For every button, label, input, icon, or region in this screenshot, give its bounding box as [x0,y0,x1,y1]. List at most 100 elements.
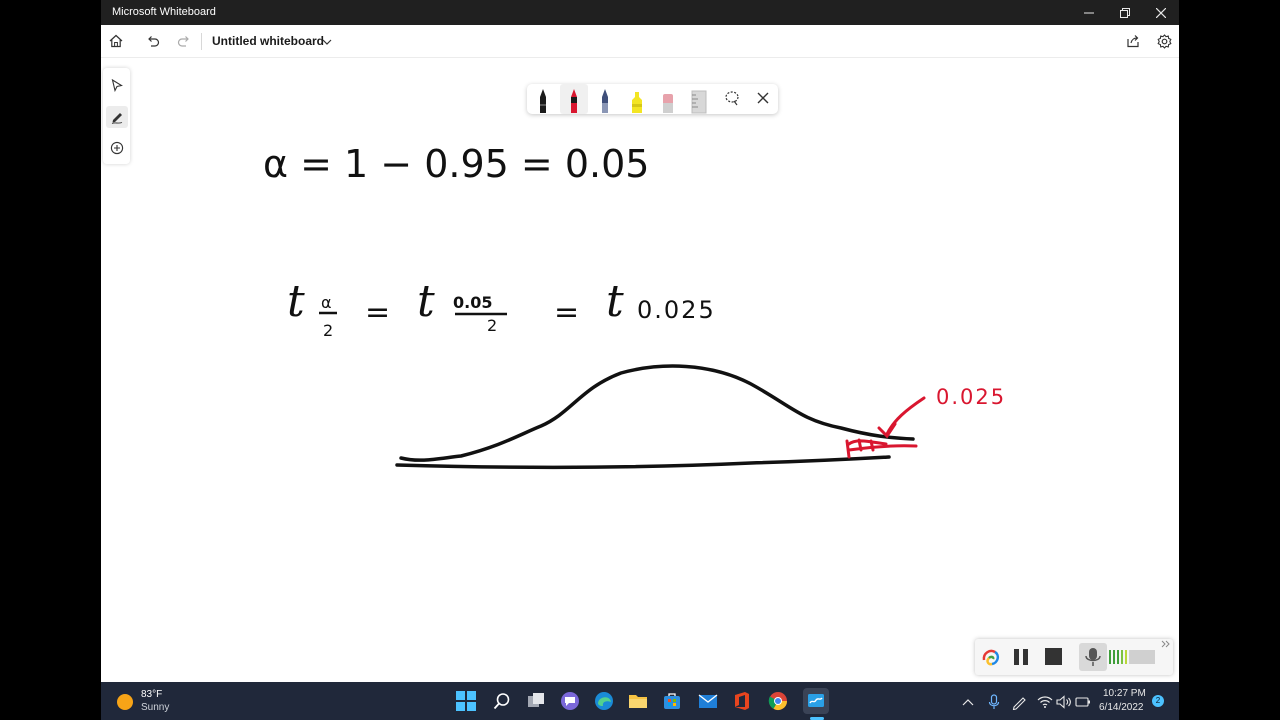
alpha-numerator: α [321,293,332,312]
wifi-icon [1037,696,1053,708]
clock-date[interactable]: 6/14/2022 [1099,702,1144,713]
chevron-down-icon [322,39,332,45]
windows-start-icon [456,691,476,711]
task-view-button[interactable] [525,690,547,712]
weather-widget[interactable] [115,692,135,717]
black-pen-tool[interactable] [529,84,557,114]
minimize-button[interactable] [1071,0,1107,25]
black-pen-icon [540,89,546,113]
weather-description: Sunny [141,702,170,713]
stop-recording-button[interactable] [1045,648,1063,671]
eraser-icon [663,94,673,113]
ruler-icon [691,90,707,114]
folder-icon [629,695,647,708]
blue-pen-tool[interactable] [591,84,619,114]
microphone-icon [1085,648,1101,666]
highlighter-tool[interactable] [623,84,651,114]
whiteboard-window: Microsoft Whiteboard Untitled whiteboard [101,0,1179,720]
app-bar: Untitled whiteboard [101,25,1179,58]
chevron-up-icon [962,699,974,706]
x-axis-line [395,455,891,470]
ink-tool-button[interactable] [106,106,128,128]
shaded-tail [845,438,918,459]
pen-icon [111,113,123,124]
whiteboard-canvas[interactable]: α = 1 − 0.95 = 0.05 t α 2 = t 0.05 2 = t… [101,58,1179,682]
pause-icon [1014,649,1028,665]
chrome-browser-button[interactable] [767,690,789,712]
recorder-logo-icon [982,649,1000,666]
tool-rail [103,68,130,164]
undo-icon [148,36,160,47]
battery-plug-icon [1075,697,1090,707]
red-pen-tool[interactable] [560,84,588,114]
edge-icon [595,692,613,710]
microphone-icon [988,694,1000,709]
restore-button[interactable] [1107,0,1143,25]
recorder-logo [980,646,1002,668]
tail-area-label: 0.025 [936,385,1006,409]
microphone-tray-button[interactable] [983,691,1005,713]
redo-button[interactable] [174,31,194,51]
home-button[interactable] [106,31,126,51]
close-button[interactable] [1143,0,1179,25]
teams-chat-button[interactable] [559,690,581,712]
chevron-double-right-icon [1161,640,1170,648]
office-icon [735,692,749,710]
clock-time[interactable]: 10:27 PM [1103,688,1146,699]
blue-pen-icon [602,89,608,113]
board-title[interactable]: Untitled whiteboard [212,34,324,48]
share-icon [1127,35,1139,48]
pen-icon [1012,697,1026,710]
two-denominator: 2 [487,316,497,335]
restore-icon [1120,7,1130,18]
task-view-icon [528,693,544,707]
pointer-icon [111,78,123,92]
weather-temperature: 83°F [141,689,163,700]
eraser-tool[interactable] [654,84,682,114]
t-symbol-2: t [417,276,435,327]
audio-level-meter [1109,649,1157,670]
ruler-tool[interactable] [685,84,713,114]
file-explorer-button[interactable] [627,690,649,712]
close-icon [757,92,769,104]
mail-button[interactable] [697,690,719,712]
ink-layer: α = 1 − 0.95 = 0.05 t α 2 = t 0.05 2 = t… [263,142,1006,470]
t-symbol-1: t [287,276,305,327]
screen-recorder-widget [975,639,1173,675]
board-title-chevron[interactable] [317,32,337,52]
search-icon [493,693,510,710]
undo-button[interactable] [143,31,163,51]
share-button[interactable] [1123,31,1143,51]
notification-badge[interactable]: 2 [1152,695,1164,707]
microphone-button[interactable] [1079,643,1107,671]
equals-2: = [554,295,579,330]
store-button[interactable] [661,690,683,712]
equals-1: = [365,295,390,330]
close-ink-toolbar-button[interactable] [749,84,777,114]
settings-button[interactable] [1154,31,1174,51]
t-symbol-3: t [606,276,624,327]
lasso-icon [725,91,739,106]
speaker-icon [1056,695,1071,709]
taskbar: 83°F Sunny 10:27 PM 6/14/2022 2 [101,682,1179,720]
point-zero-five-numerator: 0.05 [453,293,492,312]
select-tool-button[interactable] [106,74,128,96]
pen-menu-button[interactable] [1008,691,1030,713]
minimize-icon [1084,12,1094,13]
search-taskbar-button[interactable] [491,690,513,712]
show-hidden-icons-button[interactable] [957,691,979,713]
stop-icon [1045,648,1062,665]
add-content-button[interactable] [106,137,128,159]
redo-icon [177,36,189,47]
start-button[interactable] [455,690,477,712]
gear-icon [1156,33,1172,49]
whiteboard-app-button[interactable] [803,688,829,714]
edge-browser-button[interactable] [593,690,615,712]
ink-toolbar [527,84,778,114]
battery-tray-button[interactable] [1072,691,1094,713]
pause-recording-button[interactable] [1013,648,1029,671]
expand-recorder-button[interactable] [1161,639,1171,652]
title-bar: Microsoft Whiteboard [101,0,1179,25]
lasso-select-tool[interactable] [718,84,746,114]
office-button[interactable] [731,690,753,712]
